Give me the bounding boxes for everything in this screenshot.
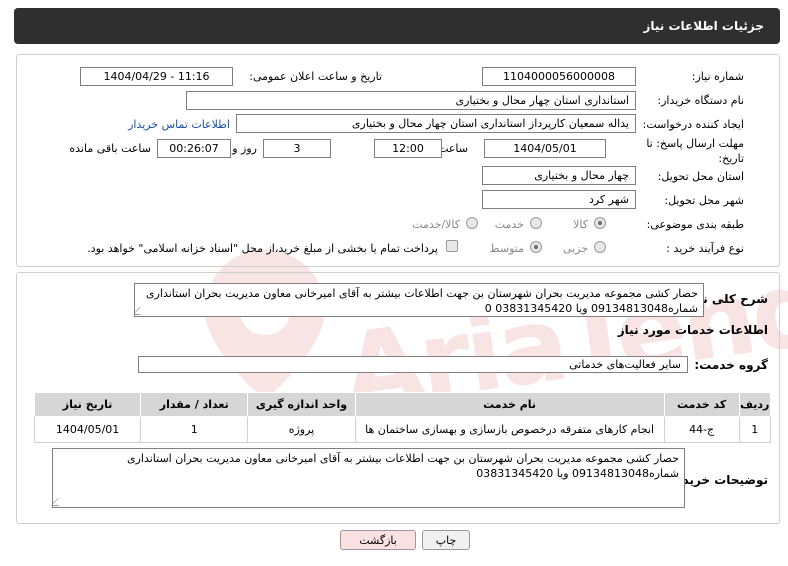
back-button[interactable]: بازگشت — [340, 530, 416, 550]
col-header-code: کد خدمت — [663, 392, 740, 417]
category-goods-radio[interactable] — [594, 217, 606, 229]
process-minor-radio[interactable] — [594, 241, 606, 253]
buyer-notes-text: حصار کشی مجموعه مدیریت بحران شهرستان بن … — [126, 452, 679, 480]
services-section-title: اطلاعات خدمات مورد نیاز — [617, 323, 768, 337]
cell-qty: 1 — [140, 416, 249, 443]
announce-datetime-label: تاریخ و ساعت اعلان عمومی: — [249, 70, 382, 83]
process-medium-label: متوسط — [489, 242, 524, 255]
category-goods-service-label: کالا/خدمت — [412, 218, 460, 231]
col-header-qty: تعداد / مقدار — [140, 392, 249, 417]
announce-datetime-field[interactable]: 1404/04/29 - 11:16 — [80, 67, 233, 86]
cell-code: ج-44 — [663, 416, 740, 443]
buyer-contact-link[interactable]: اطلاعات تماس خریدار — [128, 118, 230, 131]
buyer-notes-textarea[interactable]: حصار کشی مجموعه مدیریت بحران شهرستان بن … — [52, 448, 685, 508]
remaining-time-field[interactable]: 00:26:07 — [157, 139, 231, 158]
page-title: جزئیات اطلاعات نیاز — [643, 19, 764, 33]
description-textarea[interactable]: حصار کشی مجموعه مدیریت بحران شهرستان بن … — [134, 283, 704, 317]
cell-name: انجام کارهای متفرقه درخصوص بازسازی و بهس… — [354, 416, 665, 443]
buyer-org-label: نام دستگاه خریدار: — [657, 94, 744, 107]
resize-handle-icon[interactable] — [53, 498, 66, 506]
table-row[interactable]: 1 ج-44 انجام کارهای متفرقه درخصوص بازساز… — [33, 416, 772, 443]
province-field[interactable]: چهار محال و بختیاری — [482, 166, 636, 185]
category-service-label: خدمت — [494, 218, 524, 231]
city-field[interactable]: شهر کرد — [482, 190, 636, 209]
description-text: حصار کشی مجموعه مدیریت بحران شهرستان بن … — [145, 287, 698, 315]
deadline-time-field[interactable]: 12:00 — [374, 139, 442, 158]
print-button[interactable]: چاپ — [422, 530, 470, 550]
service-group-label: گروه خدمت: — [694, 358, 768, 372]
need-number-label: شماره نیاز: — [691, 70, 744, 83]
city-label: شهر محل تحویل: — [664, 194, 744, 207]
process-label: نوع فرآیند خرید : — [666, 242, 744, 255]
need-number-field[interactable]: 1104000056000008 — [482, 67, 636, 86]
col-header-date: تاریخ نیاز — [33, 392, 142, 417]
resize-handle-icon[interactable] — [135, 307, 148, 315]
days-label: روز و — [232, 142, 257, 155]
deadline-label: مهلت ارسال پاسخ: تا تاریخ: — [646, 137, 744, 165]
col-header-index: ردیف — [738, 392, 772, 417]
process-medium-radio[interactable] — [530, 241, 542, 253]
services-table: ردیف کد خدمت نام خدمت واحد اندازه گیری ت… — [33, 392, 772, 443]
page-header: جزئیات اطلاعات نیاز — [14, 8, 780, 44]
col-header-name: نام خدمت — [354, 392, 665, 417]
remaining-time-label: ساعت باقی مانده — [69, 142, 151, 155]
service-group-field[interactable]: سایر فعالیت‌های خدماتی — [138, 356, 688, 373]
process-minor-label: جزیی — [562, 242, 588, 255]
category-goods-label: کالا — [573, 218, 588, 231]
col-header-unit: واحد اندازه گیری — [247, 392, 356, 417]
requester-label: ایجاد کننده درخواست: — [642, 118, 744, 131]
province-label: استان محل تحویل: — [657, 170, 744, 183]
treasury-payment-note: پرداخت تمام یا بخشی از مبلغ خرید،از محل … — [87, 242, 438, 255]
category-service-radio[interactable] — [530, 217, 542, 229]
cell-index: 1 — [738, 416, 772, 443]
cell-unit: پروژه — [247, 416, 356, 443]
requester-field[interactable]: یداله سمعیان کارپرداز استانداری استان چه… — [236, 114, 636, 133]
cell-date: 1404/05/01 — [33, 416, 142, 443]
buyer-org-field[interactable]: استانداری استان چهار محال و بختیاری — [186, 91, 636, 110]
deadline-time-label: ساعت — [438, 142, 468, 155]
days-field[interactable]: 3 — [263, 139, 331, 158]
deadline-date-field[interactable]: 1404/05/01 — [484, 139, 606, 158]
category-label: طبقه بندی موضوعی: — [646, 218, 744, 231]
category-goods-service-radio[interactable] — [466, 217, 478, 229]
treasury-payment-checkbox[interactable] — [446, 240, 458, 252]
